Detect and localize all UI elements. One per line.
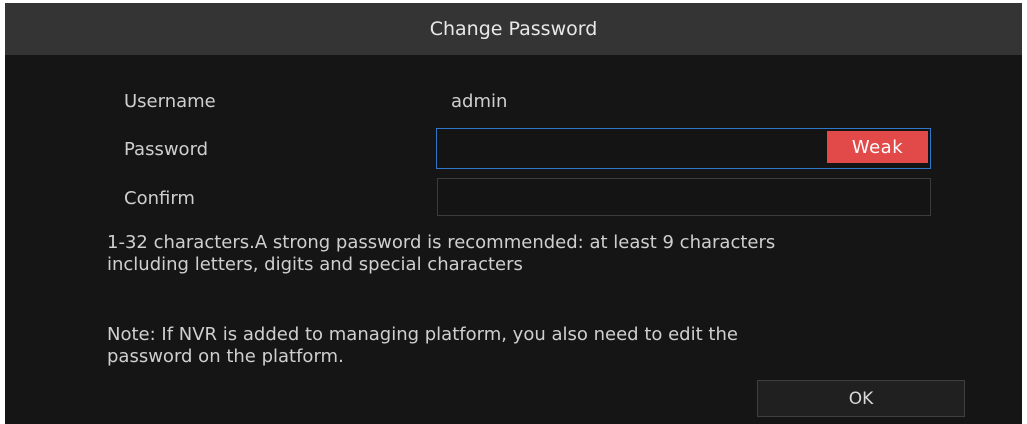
password-label: Password [124, 139, 209, 160]
change-password-dialog: Change Password Username admin Password … [5, 3, 1022, 424]
username-value: admin [451, 91, 508, 112]
confirm-password-field[interactable] [437, 178, 931, 216]
password-strength-badge: Weak [827, 131, 928, 163]
password-requirements-text: 1-32 characters.A strong password is rec… [107, 232, 776, 275]
dialog-title-bar: Change Password [5, 3, 1022, 55]
password-field[interactable]: Weak [436, 128, 931, 169]
confirm-label: Confirm [124, 188, 195, 209]
platform-note-text: Note: If NVR is added to managing platfo… [107, 324, 738, 367]
ok-button[interactable]: OK [757, 380, 965, 417]
username-label: Username [124, 91, 216, 112]
dialog-title: Change Password [429, 18, 598, 40]
